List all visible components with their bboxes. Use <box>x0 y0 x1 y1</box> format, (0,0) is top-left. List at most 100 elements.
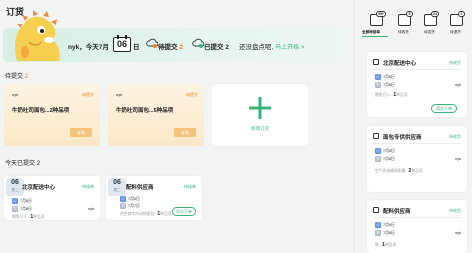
arrival-date-icon: 到 <box>12 206 18 212</box>
stocktake-hint: 还没盘点呢, 马上开始 > <box>239 41 304 51</box>
summary-prefix: 空气的油桶采购橄... <box>375 169 409 173</box>
arrival-date: 7月8日 <box>383 83 395 87</box>
arrival-date: 7月8日 <box>383 157 395 161</box>
order-status: 待收货 <box>449 134 461 139</box>
new-order-label: 新增订货 <box>251 126 269 131</box>
order-date-icon: 订 <box>12 198 18 204</box>
order-status: 待收货 <box>449 208 461 213</box>
document-icon <box>373 133 379 139</box>
order-card[interactable]: 北京配送中心 待收货 订 7月6日 到 7月8日 nyk 鲍鱼仔入...1种品项… <box>367 52 467 117</box>
reorder-button[interactable]: 再次下单 <box>431 104 457 113</box>
tab-to-ship[interactable]: 待发货 <box>424 30 435 35</box>
card-title-prefix: 牛奶吐司面包... <box>12 108 50 114</box>
order-summary: 鲍鱼仔入...1种品项 <box>375 92 408 98</box>
pending-order-card[interactable]: nyk 未提交 牛奶吐司面包...2种品项 查看 <box>4 84 100 146</box>
submitted-count: 2 <box>225 44 229 51</box>
tab-to-return[interactable]: 待退货 <box>450 30 461 35</box>
cloud-upload-icon <box>146 38 158 48</box>
view-button[interactable]: 查看 <box>174 128 196 137</box>
supplier-name: 面包专供供应商 <box>383 135 422 141</box>
card-title: 牛奶吐司面包...2种品项 <box>12 106 69 114</box>
order-card[interactable]: 面包专供供应商 待收货 订 7月6日 到 7月8日 nyk 空气的油桶采购橄..… <box>367 126 467 192</box>
summary-suffix: 种品项 <box>160 212 172 216</box>
order-status: 待收货 <box>449 60 461 65</box>
order-date-icon: 订 <box>120 196 126 202</box>
supplier-name: 北京配送中心 <box>383 61 417 67</box>
greeting-text: nyk，今天7月 <box>68 44 109 51</box>
card-title: 牛奶吐司面包...5种品项 <box>116 106 173 114</box>
submitted-order-card[interactable]: 06 周二 北京配送中心 待接单 订 7月6日 到 7月8日 nyk 鲍鱼仔入.… <box>4 176 100 220</box>
tab-to-receive[interactable]: 待收货 <box>398 30 409 35</box>
arrival-date-icon: 到 <box>375 82 381 88</box>
card-status: 未提交 <box>82 92 94 97</box>
order-date: 7月6日 <box>20 199 32 203</box>
summary-suffix: 种品项 <box>411 169 423 173</box>
document-icon <box>373 207 379 213</box>
tab-badge: 2 <box>458 11 465 17</box>
summary-prefix: 鲍... <box>375 243 382 247</box>
pending-section-count: 2 <box>24 74 29 80</box>
order-date: 7月6日 <box>383 149 395 153</box>
order-user: nyk <box>455 231 461 235</box>
submitted-label: 已提交 <box>204 44 224 51</box>
arrival-date-icon: 到 <box>120 203 126 209</box>
divider <box>373 143 461 144</box>
calendar-day: 06 <box>113 35 131 52</box>
order-date-icon: 订 <box>375 148 381 154</box>
card-status: 未提交 <box>186 92 198 97</box>
order-date-tag: 06 周二 <box>108 178 126 196</box>
pending-count: 2 <box>179 44 183 51</box>
arrival-date-icon: 到 <box>375 230 381 236</box>
tab-all-pending[interactable]: 全部待接单 <box>362 30 380 35</box>
card-title-prefix: 牛奶吐司面包... <box>116 108 154 114</box>
dinosaur-mascot-icon <box>15 10 60 61</box>
submitted-stat[interactable]: 已提交 2 <box>204 41 229 51</box>
summary-prefix: 鲍鱼仔入... <box>12 215 31 219</box>
new-order-card[interactable]: 新增订货 <box>212 84 308 146</box>
submitted-section-count: 2 <box>36 161 41 167</box>
reorder-button[interactable]: 再次下单 <box>172 207 196 216</box>
pending-section-label: 待提交 <box>5 74 24 80</box>
supplier-name: 北京配送中心 <box>22 185 56 191</box>
order-user: nyk <box>88 207 94 211</box>
summary-suffix: 种品项 <box>396 93 408 97</box>
view-button[interactable]: 查看 <box>70 128 92 137</box>
order-date: 7月6日 <box>128 197 140 201</box>
order-weekday: 周二 <box>113 188 121 192</box>
summary-prefix: 鲍鱼仔入... <box>375 93 394 97</box>
order-date-icon: 订 <box>375 222 381 228</box>
pending-stat[interactable]: 待提交 2 <box>158 41 183 51</box>
submitted-order-card[interactable]: 06 周二 配料供应商 待接单 订 7月6日 到 7月7日 供应商专供动物面包.… <box>106 176 202 220</box>
order-summary: 鲍...1种品项 <box>375 242 396 248</box>
order-card[interactable]: 配料供应商 待收货 订 7月6日 到 7月8日 nyk 鲍...1种品项 <box>367 200 467 253</box>
order-date-icon: 订 <box>375 74 381 80</box>
divider <box>373 69 461 70</box>
submitted-section-title: 今天已提交 2 <box>5 158 40 167</box>
card-user: nyk <box>116 92 123 97</box>
pending-section-title: 待提交 2 <box>5 71 28 80</box>
start-stocktake-link[interactable]: 马上开始 > <box>275 45 304 51</box>
panel-divider <box>354 0 355 253</box>
tab-badge: 24 <box>431 11 439 17</box>
supplier-name: 配料供应商 <box>383 209 411 215</box>
cloud-check-icon <box>192 38 204 48</box>
divider <box>373 217 461 218</box>
order-status: 待接单 <box>82 184 94 189</box>
day-suffix: 日 <box>133 44 140 51</box>
pending-order-card[interactable]: nyk 未提交 牛奶吐司面包...5种品项 查看 <box>108 84 204 146</box>
arrival-date: 7月8日 <box>383 231 395 235</box>
summary-suffix: 种品项 <box>384 243 397 247</box>
card-user: nyk <box>12 92 19 97</box>
pending-label: 待提交 <box>158 44 178 51</box>
order-summary: 供应商专供动物面包...1种品项 <box>120 211 172 217</box>
order-date: 7月6日 <box>383 75 395 79</box>
order-day: 06 <box>113 179 121 186</box>
arrival-date: 7月7日 <box>128 204 140 208</box>
submitted-section-label: 今天已提交 <box>5 161 36 167</box>
order-user: nyk <box>455 83 461 87</box>
order-summary: 空气的油桶采购橄...2种品项 <box>375 168 423 174</box>
document-icon <box>373 59 379 65</box>
summary-suffix: 种品项 <box>33 215 45 219</box>
supplier-name: 配料供应商 <box>126 185 154 191</box>
order-status-tabs: 99+ 全部待接单 5 待收货 24 待发货 2 待退货 <box>360 6 472 44</box>
